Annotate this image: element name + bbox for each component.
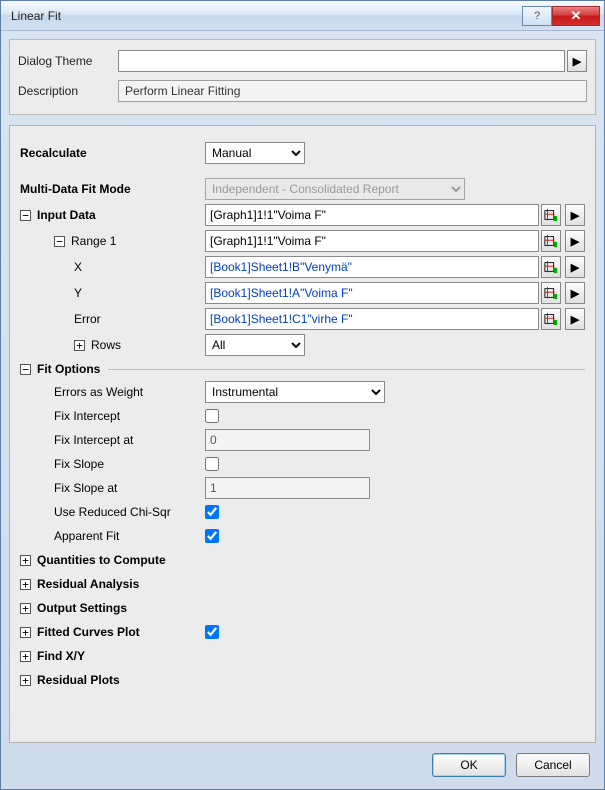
input-data-toggle[interactable]: − [20,210,31,221]
fix-slope-at-field [205,477,370,499]
recalculate-label: Recalculate [20,146,87,160]
range1-toggle[interactable]: − [54,236,65,247]
triangle-right-icon: ▶ [571,209,579,222]
fix-intercept-at-field [205,429,370,451]
close-button[interactable]: ✕ [552,6,600,26]
triangle-right-icon: ▶ [571,261,579,274]
range-picker-icon [544,286,558,300]
main-panel: Recalculate Manual Multi-Data Fit Mode I… [9,125,596,743]
dialog-window: Linear Fit ? ✕ Dialog Theme ▶ Descriptio… [0,0,605,790]
fix-slope-at-label: Fix Slope at [54,481,117,495]
triangle-right-icon: ▶ [573,55,581,68]
rows-label: Rows [91,338,121,352]
y-picker[interactable] [541,282,561,304]
fix-slope-checkbox[interactable] [205,457,219,471]
x-field[interactable] [205,256,539,278]
y-field[interactable] [205,282,539,304]
input-data-label: Input Data [37,208,96,222]
divider [108,369,585,370]
range-picker-icon [544,234,558,248]
fit-options-label: Fit Options [37,362,100,376]
window-title: Linear Fit [11,9,522,23]
errors-as-weight-label: Errors as Weight [54,385,143,399]
range1-menu[interactable]: ▶ [565,230,585,252]
triangle-right-icon: ▶ [571,287,579,300]
description-label: Description [18,84,118,98]
apparent-fit-checkbox[interactable] [205,529,219,543]
header-group: Dialog Theme ▶ Description Perform Linea… [9,39,596,115]
dialog-theme-label: Dialog Theme [18,54,118,68]
y-menu[interactable]: ▶ [565,282,585,304]
residual-analysis-label: Residual Analysis [37,577,139,591]
residual-plots-label: Residual Plots [37,673,120,687]
use-reduced-checkbox[interactable] [205,505,219,519]
ok-button[interactable]: OK [432,753,506,777]
x-label: X [74,260,82,274]
description-value: Perform Linear Fitting [118,80,587,102]
footer: OK Cancel [9,743,596,781]
triangle-right-icon: ▶ [571,235,579,248]
apparent-fit-label: Apparent Fit [54,529,119,543]
fitted-curves-checkbox[interactable] [205,625,219,639]
fit-options-toggle[interactable]: − [20,364,31,375]
output-settings-toggle[interactable]: + [20,603,31,614]
fix-intercept-label: Fix Intercept [54,409,120,423]
find-xy-label: Find X/Y [37,649,85,663]
multi-mode-label: Multi-Data Fit Mode [20,182,131,196]
dialog-theme-input[interactable] [118,50,565,72]
use-reduced-label: Use Reduced Chi-Sqr [54,505,171,519]
range1-label: Range 1 [71,234,116,248]
residual-analysis-toggle[interactable]: + [20,579,31,590]
error-picker[interactable] [541,308,561,330]
error-menu[interactable]: ▶ [565,308,585,330]
help-button[interactable]: ? [522,6,552,26]
input-data-menu[interactable]: ▶ [565,204,585,226]
range1-picker[interactable] [541,230,561,252]
input-data-field[interactable] [205,204,539,226]
range-picker-icon [544,312,558,326]
rows-combo[interactable]: All [205,334,305,356]
fix-slope-label: Fix Slope [54,457,104,471]
dialog-body: Dialog Theme ▶ Description Perform Linea… [1,31,604,789]
residual-plots-toggle[interactable]: + [20,675,31,686]
dialog-theme-menu-button[interactable]: ▶ [567,50,587,72]
titlebar-buttons: ? ✕ [522,6,600,26]
fitted-curves-toggle[interactable]: + [20,627,31,638]
find-xy-toggle[interactable]: + [20,651,31,662]
fix-intercept-at-label: Fix Intercept at [54,433,133,447]
recalculate-combo[interactable]: Manual [205,142,305,164]
x-menu[interactable]: ▶ [565,256,585,278]
x-picker[interactable] [541,256,561,278]
fix-intercept-checkbox[interactable] [205,409,219,423]
triangle-right-icon: ▶ [571,313,579,326]
cancel-button[interactable]: Cancel [516,753,590,777]
range-picker-icon [544,260,558,274]
error-label: Error [74,312,101,326]
rows-toggle[interactable]: + [74,340,85,351]
range1-field[interactable] [205,230,539,252]
quantities-toggle[interactable]: + [20,555,31,566]
y-label: Y [74,286,82,300]
error-field[interactable] [205,308,539,330]
multi-mode-combo: Independent - Consolidated Report [205,178,465,200]
fitted-curves-label: Fitted Curves Plot [37,625,140,639]
titlebar: Linear Fit ? ✕ [1,1,604,31]
output-settings-label: Output Settings [37,601,127,615]
range-picker-icon [544,208,558,222]
quantities-label: Quantities to Compute [37,553,166,567]
input-data-picker[interactable] [541,204,561,226]
errors-as-weight-combo[interactable]: Instrumental [205,381,385,403]
